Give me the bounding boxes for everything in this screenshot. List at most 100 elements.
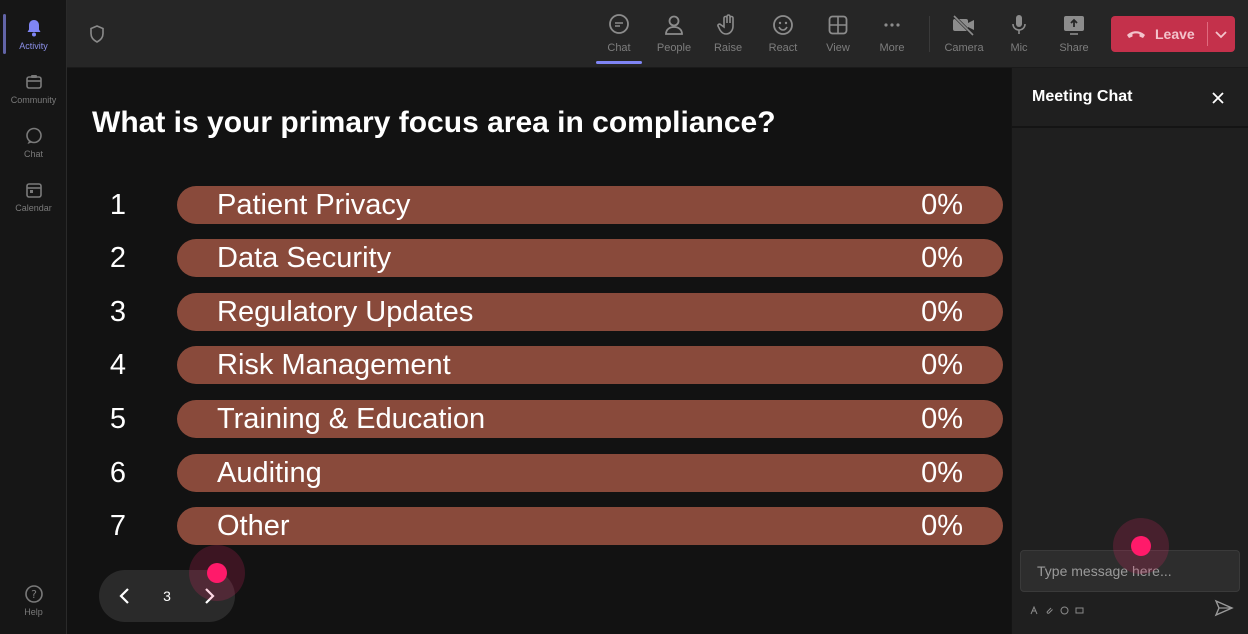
poll-option-percent: 0%	[921, 509, 963, 542]
click-marker	[189, 545, 245, 601]
send-icon[interactable]	[1214, 598, 1234, 618]
bell-icon	[23, 17, 45, 39]
mic-icon	[1006, 12, 1032, 38]
leave-label: Leave	[1155, 26, 1195, 42]
smiley-icon	[770, 12, 796, 38]
rail-item-label: Activity	[19, 41, 48, 51]
poll-option[interactable]: 6 Auditing 0%	[97, 454, 1003, 492]
close-icon[interactable]	[1208, 88, 1228, 108]
leave-divider	[1207, 22, 1208, 46]
hang-up-icon	[1125, 27, 1147, 41]
poll-option[interactable]: 1 Patient Privacy 0%	[97, 186, 1003, 224]
poll-option-number: 6	[109, 456, 127, 489]
poll-option-label: Auditing	[217, 456, 322, 489]
toolbar-more-button[interactable]: More	[867, 6, 917, 62]
poll-option-percent: 0%	[921, 241, 963, 274]
poll-option-number: 1	[109, 188, 127, 221]
poll-option-number: 7	[109, 509, 127, 542]
community-icon	[23, 71, 45, 93]
poll-option-bar: Regulatory Updates 0%	[177, 293, 1003, 331]
toolbar-raise-button[interactable]: Raise	[703, 6, 753, 62]
poll-option-percent: 0%	[921, 402, 963, 435]
meeting-chat-panel: Meeting Chat	[1011, 68, 1248, 634]
poll-option-percent: 0%	[921, 456, 963, 489]
poll-option-bar: Other 0%	[177, 507, 1003, 545]
toolbar-camera-button[interactable]: Camera	[939, 6, 989, 62]
ellipsis-icon	[879, 12, 905, 38]
shared-content-stage: What is your primary focus area in compl…	[67, 68, 1011, 634]
poll-option-label: Other	[217, 509, 290, 542]
toolbar-button-label: Raise	[713, 42, 743, 54]
poll-option-label: Risk Management	[217, 348, 451, 381]
poll-option-label: Patient Privacy	[217, 188, 411, 221]
poll-option-bar: Risk Management 0%	[177, 346, 1003, 384]
poll-option[interactable]: 2 Data Security 0%	[97, 239, 1003, 277]
poll-option-number: 2	[109, 241, 127, 274]
poll-option[interactable]: 3 Regulatory Updates 0%	[97, 293, 1003, 331]
chat-title: Meeting Chat	[1032, 88, 1133, 105]
meeting-toolbar: Chat People Raise React View More Camera…	[67, 0, 1248, 68]
toolbar-button-label: Chat	[607, 42, 631, 54]
rail-item-label: Chat	[23, 149, 43, 159]
toolbar-mic-button[interactable]: Mic	[994, 6, 1044, 62]
poll-option-percent: 0%	[921, 348, 963, 381]
chat-format-tools	[1030, 602, 1084, 615]
page-number: 3	[163, 588, 171, 604]
raise-hand-icon	[715, 12, 741, 38]
app-rail: Activity Community Chat Calendar ? Help	[0, 0, 67, 634]
rail-item-label: Community	[10, 95, 57, 105]
poll-option-number: 4	[109, 348, 127, 381]
poll-option-number: 3	[109, 295, 127, 328]
poll-option-bar: Training & Education 0%	[177, 400, 1003, 438]
toolbar-button-label: Mic	[1010, 42, 1028, 54]
toolbar-share-button[interactable]: Share	[1049, 6, 1099, 62]
share-screen-icon	[1061, 12, 1087, 38]
toolbar-button-label: Camera	[944, 42, 984, 54]
leave-button[interactable]: Leave	[1111, 16, 1235, 52]
toolbar-button-label: People	[656, 42, 692, 54]
poll-option-bar: Auditing 0%	[177, 454, 1003, 492]
click-marker	[1113, 518, 1169, 574]
poll-option[interactable]: 4 Risk Management 0%	[97, 346, 1003, 384]
shield-icon	[87, 24, 107, 44]
help-icon: ?	[23, 583, 45, 605]
svg-text:?: ?	[31, 588, 37, 601]
chevron-left-icon[interactable]	[113, 584, 137, 608]
poll-question: What is your primary focus area in compl…	[92, 106, 776, 139]
gif-icon[interactable]	[1075, 602, 1084, 614]
toolbar-people-button[interactable]: People	[649, 6, 699, 62]
toolbar-divider	[929, 16, 930, 52]
poll-option-label: Data Security	[217, 241, 392, 274]
calendar-icon	[23, 179, 45, 201]
chevron-down-icon[interactable]	[1213, 26, 1229, 42]
poll-option-bar: Data Security 0%	[177, 239, 1003, 277]
poll-option[interactable]: 7 Other 0%	[97, 507, 1003, 545]
poll-option-number: 5	[109, 402, 127, 435]
toolbar-button-label: Share	[1059, 42, 1089, 54]
toolbar-button-label: View	[826, 42, 850, 54]
toolbar-button-label: React	[768, 42, 798, 54]
format-icon[interactable]	[1030, 602, 1039, 615]
grid-icon	[825, 12, 851, 38]
poll-option-bar: Patient Privacy 0%	[177, 186, 1003, 224]
chat-bubble-icon	[606, 12, 632, 38]
camera-off-icon	[951, 12, 977, 38]
chat-header: Meeting Chat	[1012, 68, 1248, 128]
rail-item-activity[interactable]: Activity	[0, 8, 67, 60]
toolbar-react-button[interactable]: React	[758, 6, 808, 62]
rail-item-chat[interactable]: Chat	[0, 116, 67, 168]
poll-option[interactable]: 5 Training & Education 0%	[97, 400, 1003, 438]
emoji-icon[interactable]	[1060, 602, 1069, 615]
attach-icon[interactable]	[1045, 602, 1054, 614]
toolbar-view-button[interactable]: View	[813, 6, 863, 62]
rail-item-label: Help	[24, 607, 43, 617]
person-icon	[661, 12, 687, 38]
toolbar-button-label: More	[879, 42, 905, 54]
toolbar-chat-button[interactable]: Chat	[594, 6, 644, 64]
rail-item-label: Calendar	[15, 203, 52, 213]
rail-item-calendar[interactable]: Calendar	[0, 170, 67, 222]
chat-bubble-icon	[23, 125, 45, 147]
poll-option-percent: 0%	[921, 188, 963, 221]
rail-item-community[interactable]: Community	[0, 62, 67, 114]
rail-item-help[interactable]: ? Help	[0, 574, 67, 626]
